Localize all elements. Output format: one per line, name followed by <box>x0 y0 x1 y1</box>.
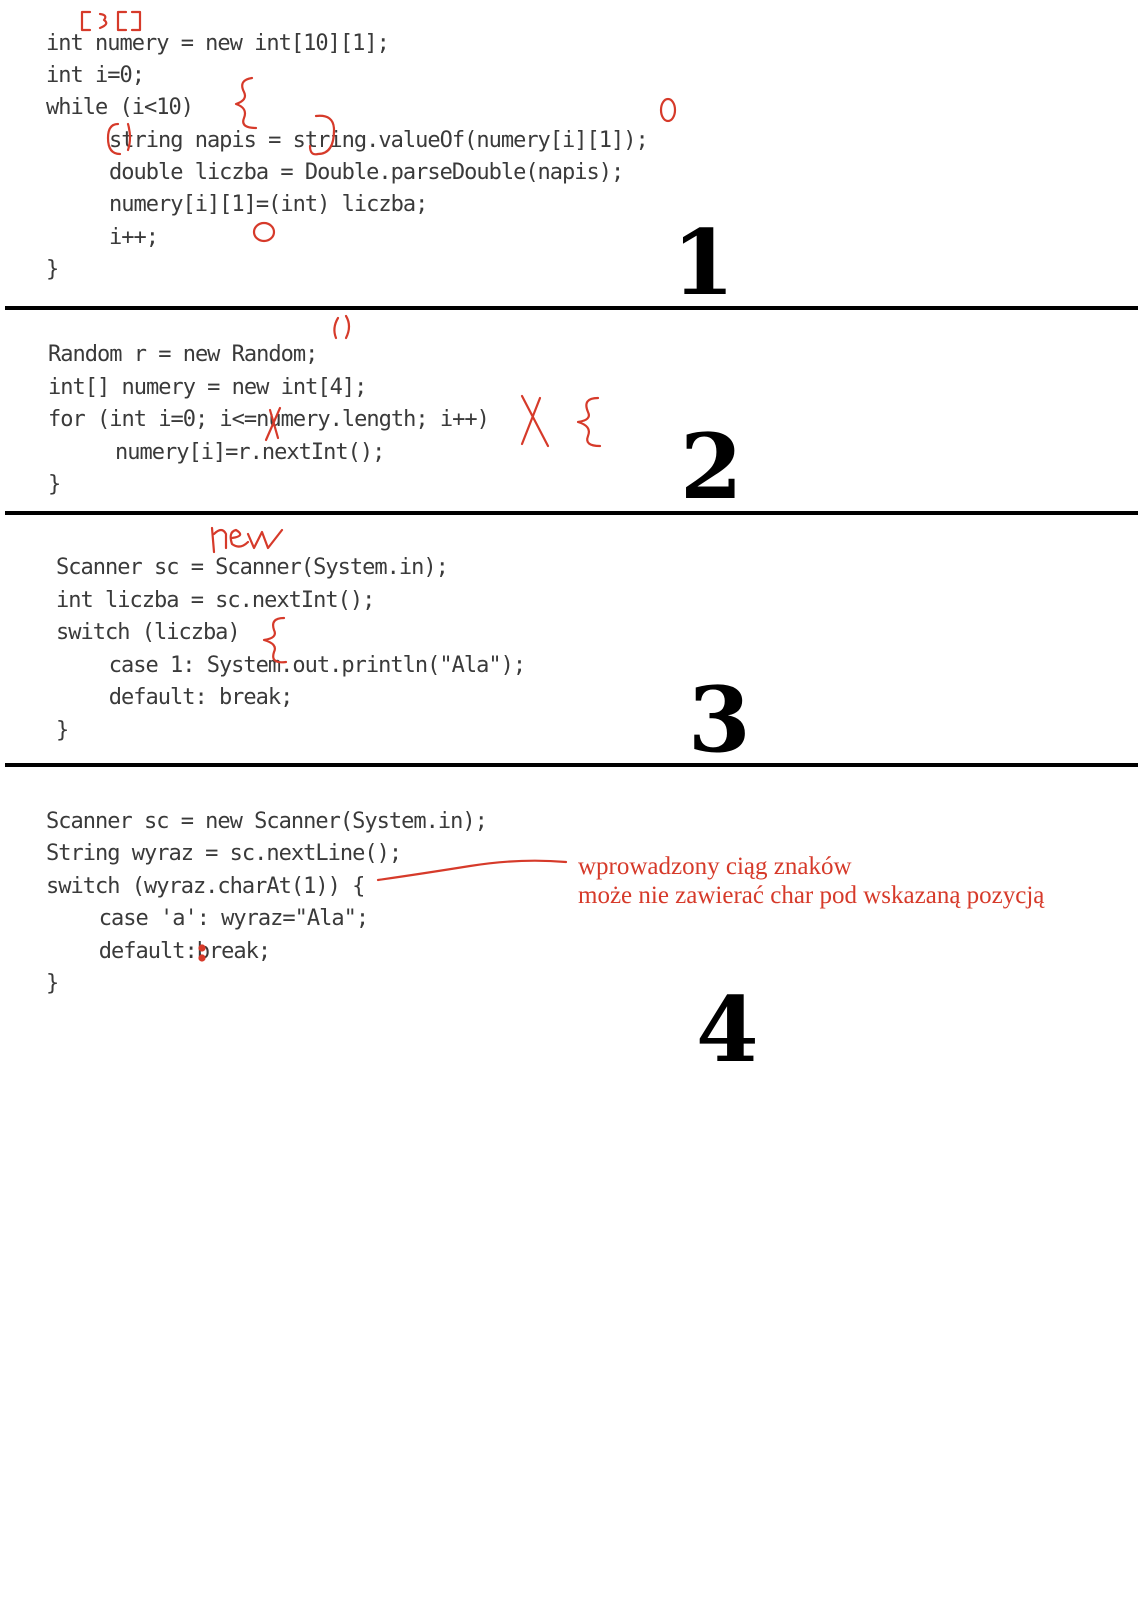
code-line: while (i<10) <box>46 95 194 120</box>
section-divider <box>5 306 1138 310</box>
code-line: switch (wyraz.charAt(1)) { <box>46 874 365 899</box>
code-line: Scanner sc = Scanner(System.in); <box>56 555 449 580</box>
annotation-note-line-2: może nie zawierać char pod wskazaną pozy… <box>578 882 1045 909</box>
code-line: int numery = new int[10][1]; <box>46 31 390 56</box>
section-divider <box>5 511 1138 515</box>
section-number-3: 3 <box>688 667 751 773</box>
code-line: default: break; <box>72 685 294 710</box>
code-line: } <box>56 718 69 743</box>
zero-mark <box>252 221 276 243</box>
strike-mark <box>520 394 550 448</box>
curly-brace-mark <box>576 396 602 448</box>
code-line: double liczba = Double.parseDouble(napis… <box>60 160 624 185</box>
code-line: int i=0; <box>46 63 145 88</box>
section-number-1: 1 <box>672 210 735 316</box>
parentheses-mark <box>344 314 351 340</box>
zero-mark <box>659 97 677 123</box>
code-line: for (int i=0; i<=numery.length; i++) <box>48 407 490 432</box>
strike-mark <box>520 396 542 446</box>
code-line: default:break; <box>62 939 271 964</box>
code-line: case 1: System.out.println("Ala"); <box>72 653 526 678</box>
code-line: String wyraz = sc.nextLine(); <box>46 841 402 866</box>
code-line: switch (liczba) <box>56 620 241 645</box>
code-line: case 'a': wyraz="Ala"; <box>62 906 369 931</box>
section-number-2: 2 <box>680 414 743 520</box>
code-line: } <box>46 971 59 996</box>
code-line: i++; <box>60 225 159 250</box>
curly-brace-mark <box>234 76 258 130</box>
code-line: numery[i][1]=(int) liczba; <box>60 192 428 217</box>
code-line: numery[i]=r.nextInt(); <box>66 440 385 465</box>
section-divider <box>5 763 1138 767</box>
parentheses-mark <box>333 316 340 340</box>
code-line: } <box>46 257 59 282</box>
code-line: } <box>48 472 61 497</box>
code-line: int liczba = sc.nextInt(); <box>56 588 375 613</box>
annotation-note-line-1: wprowadzony ciąg znaków <box>578 853 852 880</box>
section-1: int numery = new int[10][1]; int i=0; wh… <box>0 31 649 448</box>
pointer-line <box>376 859 568 882</box>
section-4: Scanner sc = new Scanner(System.in); Str… <box>0 809 488 1568</box>
section-3: Scanner sc = Scanner(System.in); int lic… <box>0 555 526 1184</box>
code-line: string napis = string.valueOf(numery[i][… <box>60 128 649 153</box>
code-line: Random r = new Random; <box>48 342 318 367</box>
code-line: Scanner sc = new Scanner(System.in); <box>46 809 488 834</box>
new-mark <box>210 526 284 554</box>
code-line: int[] numery = new int[4]; <box>48 375 367 400</box>
section-number-4: 4 <box>696 977 759 1083</box>
code-sheet: int numery = new int[10][1]; int i=0; wh… <box>0 0 649 1600</box>
